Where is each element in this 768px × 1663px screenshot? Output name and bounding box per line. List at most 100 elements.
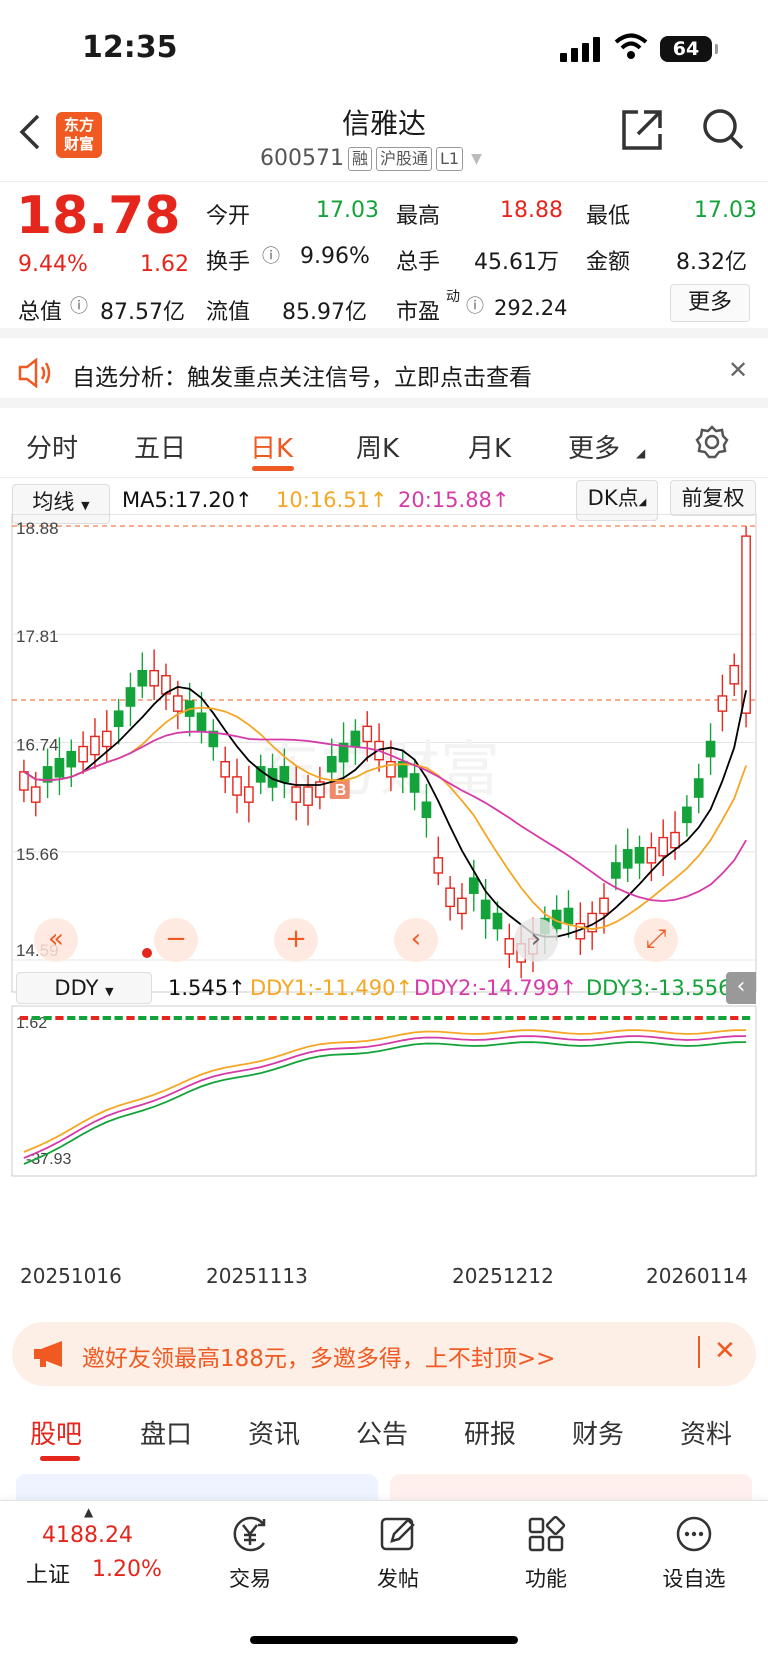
high-label: 最高	[396, 204, 441, 229]
tab-market-depth[interactable]: 盘口	[140, 1414, 192, 1451]
close-icon[interactable]: ✕	[728, 356, 748, 384]
candle-body	[682, 806, 692, 824]
index-value[interactable]: 4188.24	[42, 1523, 133, 1548]
analysis-notice[interactable]: 自选分析：触发重点关注信号，立即点击查看 ✕	[0, 338, 768, 408]
edit-icon	[380, 1517, 415, 1551]
stock-code-row[interactable]: 600571 融 沪股通 L1 ▼	[260, 146, 482, 171]
candle-body	[172, 695, 183, 712]
tab-profile[interactable]: 资料	[680, 1414, 732, 1451]
candle-body	[409, 773, 420, 793]
candle-body	[634, 847, 645, 864]
chevron-right-icon[interactable]: ›	[514, 918, 558, 962]
tab-more[interactable]: 更多	[568, 428, 620, 465]
info-icon[interactable]: ⓘ	[70, 292, 88, 318]
candle-body	[729, 664, 740, 685]
stock-header: 东方 财富 信雅达 600571 融 沪股通 L1 ▼	[0, 100, 768, 182]
tab-research[interactable]: 研报	[464, 1414, 516, 1451]
zoom-out-icon[interactable]: «	[34, 918, 78, 962]
candle-body	[670, 831, 680, 849]
candle-body	[279, 766, 290, 783]
ddy-bar	[232, 1016, 242, 1020]
index-pct: 1.20%	[92, 1557, 162, 1582]
candle-body	[457, 897, 467, 915]
tab-announcements[interactable]: 公告	[356, 1414, 408, 1451]
kline-svg[interactable]: 东方财富 B 18.8817.8116.7415.6614.59 1.62-37…	[0, 514, 768, 1194]
open-value: 17.03	[316, 198, 379, 223]
ddy-bar	[303, 1016, 313, 1020]
tab-daily-k[interactable]: 日K	[250, 428, 293, 465]
ddy-bar	[268, 1016, 277, 1020]
ma5-value: MA5:17.20↑	[122, 488, 253, 512]
collapse-icon[interactable]: ‹	[726, 972, 756, 1004]
candle-body	[196, 712, 207, 733]
ddy-bar	[730, 1016, 739, 1020]
nav-add-watchlist[interactable]: 设自选	[644, 1515, 744, 1593]
ddy-bar	[126, 1016, 135, 1020]
ddy-value: 1.545↑	[168, 976, 246, 1000]
ddy-bar	[694, 1016, 703, 1020]
minus-icon[interactable]: −	[154, 918, 198, 962]
ddy-bar	[90, 1016, 100, 1020]
ddy1-value: DDY1:-11.490↑	[250, 976, 414, 1000]
candle-body	[113, 710, 124, 728]
ddy-bar	[540, 1016, 549, 1020]
last-price: 18.78	[16, 186, 181, 246]
nav-functions[interactable]: 功能	[496, 1515, 596, 1593]
ddy-bar	[102, 1016, 111, 1020]
tab-weekly-k[interactable]: 周K	[356, 428, 399, 465]
ddy-bar	[718, 1016, 727, 1020]
ddy-bar	[410, 1016, 419, 1020]
ddy-bar	[564, 1016, 573, 1020]
share-icon[interactable]	[620, 108, 664, 152]
candle-body	[149, 669, 159, 687]
info-icon[interactable]: ⓘ	[262, 242, 280, 268]
candle-body	[433, 857, 444, 874]
plus-icon[interactable]: +	[274, 918, 318, 962]
megaphone-icon	[34, 1341, 62, 1367]
candle-body	[350, 730, 361, 748]
candle-body	[658, 836, 669, 857]
tab-finance[interactable]: 财务	[572, 1414, 624, 1451]
more-button[interactable]: 更多	[670, 284, 750, 322]
ddy-bar	[209, 1016, 218, 1020]
ddy-bar	[528, 1016, 538, 1020]
tab-active-indicator	[40, 1456, 80, 1461]
nav-post[interactable]: 发帖	[348, 1515, 448, 1593]
close-icon[interactable]: ✕	[714, 1336, 736, 1366]
tab-five-day[interactable]: 五日	[134, 428, 186, 465]
ddy-bar	[517, 1016, 526, 1020]
invite-promo-banner[interactable]: 邀好友领最高188元，多邀多得，上不封顶>> ✕	[12, 1322, 756, 1386]
candle-body	[480, 899, 491, 920]
turnover-value: 9.96%	[300, 244, 370, 269]
tab-intraday[interactable]: 分时	[26, 428, 78, 465]
ddy-bar	[741, 1016, 751, 1020]
ddy-bar	[173, 1016, 182, 1020]
ma10-value: 10:16.51↑	[276, 488, 388, 512]
candle-body	[326, 755, 337, 773]
ddy-bar	[623, 1016, 632, 1020]
tab-forum[interactable]: 股吧	[30, 1414, 82, 1451]
ma5-line	[23, 685, 747, 938]
candle-body	[445, 887, 455, 908]
candle-body	[66, 750, 77, 768]
home-indicator	[250, 1636, 518, 1644]
ddy-bar	[161, 1016, 171, 1020]
ddy-bar	[386, 1016, 396, 1020]
candle-body	[362, 725, 373, 743]
signal-icon	[560, 36, 602, 62]
fullscreen-icon[interactable]: ⤢	[634, 918, 678, 962]
tab-news[interactable]: 资讯	[248, 1414, 300, 1451]
grid-icon	[528, 1515, 566, 1552]
candle-body	[232, 776, 242, 796]
nav-trade[interactable]: 交易	[200, 1515, 300, 1593]
ddy-bar	[19, 1016, 29, 1020]
info-icon[interactable]: ⓘ	[466, 292, 484, 318]
chevron-left-icon[interactable]: ‹	[394, 918, 438, 962]
gear-icon[interactable]	[694, 424, 730, 460]
pe-label: 市盈	[396, 300, 441, 325]
tab-monthly-k[interactable]: 月K	[468, 428, 511, 465]
search-icon[interactable]	[700, 106, 746, 152]
quote-panel: 18.78 9.44% 1.62 总值 ⓘ 87.57亿 今开 17.03 最高…	[0, 182, 768, 338]
adjust-button[interactable]: 前复权	[670, 480, 756, 516]
sub-indicator-select[interactable]: DDY ▼	[16, 972, 152, 1004]
